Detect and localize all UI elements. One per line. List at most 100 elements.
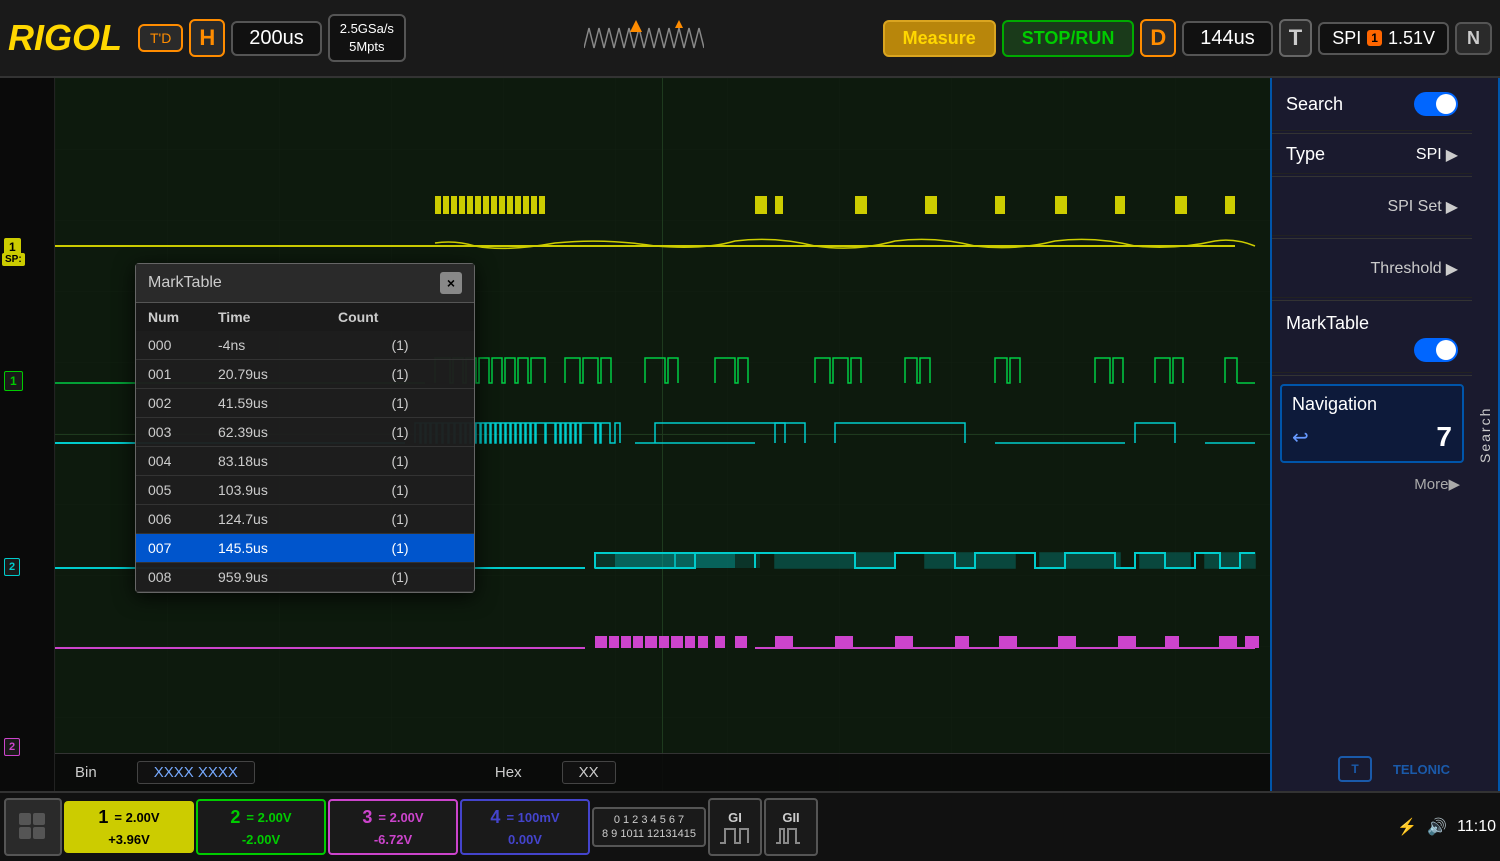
cell-time: 20.79us: [206, 360, 326, 389]
l-display[interactable]: 0 1 2 3 4 5 6 7 8 9 1011 12131415: [592, 807, 706, 848]
marktable-scroll[interactable]: Num Time Count 000 -4ns (1) 001 20.79us …: [136, 303, 474, 592]
marktable-body: 000 -4ns (1) 001 20.79us (1) 002 41.59us…: [136, 331, 474, 592]
h-label: H: [189, 19, 225, 57]
right-panel: Search Type SPI ▶ SPI Set: [1270, 78, 1500, 791]
h-value[interactable]: 200us: [231, 21, 322, 56]
d2-indicator[interactable]: 2: [4, 558, 20, 576]
marktable-table: Num Time Count 000 -4ns (1) 001 20.79us …: [136, 303, 474, 592]
marktable-row[interactable]: 003 62.39us (1): [136, 418, 474, 447]
ch2-offset: -2.00V: [212, 831, 310, 849]
spi-set-row[interactable]: SPI Set ▶: [1272, 179, 1472, 236]
l-line1: 0 1 2 3 4 5 6 7: [602, 813, 696, 827]
search-tab[interactable]: Search: [1472, 78, 1500, 791]
l-line2: 8 9 1011 12131415: [602, 827, 696, 841]
cell-time: 145.5us: [206, 534, 326, 563]
gi-display[interactable]: GI: [708, 798, 762, 856]
marktable-header: MarkTable ×: [136, 264, 474, 303]
volume-icon: 🔊: [1427, 817, 1447, 837]
bottom-bar: 1 = 2.00V +3.96V 2 = 2.00V -2.00V 3 = 2.…: [0, 791, 1500, 861]
search-toggle[interactable]: [1414, 92, 1458, 116]
cell-count: (1): [326, 447, 474, 476]
cell-num: 001: [136, 360, 206, 389]
marktable-row[interactable]: 005 103.9us (1): [136, 476, 474, 505]
spi-set-arrow: ▶: [1446, 197, 1458, 217]
ch2-number: 2: [230, 805, 240, 830]
cell-count: (1): [326, 505, 474, 534]
cell-num: 003: [136, 418, 206, 447]
search-row: Search: [1272, 78, 1472, 131]
navigation-icon[interactable]: ↩: [1292, 425, 1309, 450]
ch4-volt: = 100mV: [506, 809, 559, 827]
usb-icon: ⚡: [1397, 817, 1417, 837]
t-label: T: [1279, 19, 1312, 57]
navigation-section: Navigation ↩ 7: [1280, 384, 1464, 463]
marktable-row[interactable]: 007 145.5us (1): [136, 534, 474, 563]
marktable-row[interactable]: 008 959.9us (1): [136, 563, 474, 592]
right-inner: Search Type SPI ▶ SPI Set: [1272, 78, 1472, 791]
ch4-display[interactable]: 4 = 100mV 0.00V: [460, 799, 590, 854]
time-display: ⚡ 🔊 11:10: [1397, 817, 1496, 837]
grid-icon: [18, 812, 48, 842]
search-panel-outer: Search Type SPI ▶ SPI Set: [1272, 78, 1500, 791]
type-arrow: ▶: [1446, 145, 1458, 165]
hex-label: Hex: [495, 764, 522, 781]
threshold-label: Threshold: [1371, 260, 1442, 278]
cell-time: 62.39us: [206, 418, 326, 447]
ch1-spi-label: SP:: [2, 253, 25, 266]
stoprun-button[interactable]: STOP/RUN: [1002, 20, 1135, 57]
grid-icon-button[interactable]: [4, 798, 62, 856]
cell-num: 006: [136, 505, 206, 534]
trigger-wave: [412, 18, 877, 58]
cell-num: 008: [136, 563, 206, 592]
d-value[interactable]: 144us: [1182, 21, 1273, 56]
ch1-badge: 1: [1367, 30, 1382, 46]
cell-num: 004: [136, 447, 206, 476]
d-label: D: [1140, 19, 1176, 57]
threshold-row[interactable]: Threshold ▶: [1272, 241, 1472, 298]
ch3-display[interactable]: 3 = 2.00V -6.72V: [328, 799, 458, 854]
col-time: Time: [206, 303, 326, 331]
marktable-row[interactable]: 001 20.79us (1): [136, 360, 474, 389]
measure-button[interactable]: Measure: [883, 20, 996, 57]
marktable-toggle[interactable]: [1414, 338, 1458, 362]
telonic-label: TELONIC: [1381, 758, 1462, 781]
marktable-row[interactable]: 006 124.7us (1): [136, 505, 474, 534]
cell-count: (1): [326, 563, 474, 592]
cell-count: (1): [326, 534, 474, 563]
marktable-row[interactable]: 002 41.59us (1): [136, 389, 474, 418]
marktable-row[interactable]: 004 83.18us (1): [136, 447, 474, 476]
gi-wave-icon: [720, 825, 750, 845]
more-button[interactable]: More▶: [1272, 469, 1472, 499]
ch1-display[interactable]: 1 = 2.00V +3.96V: [64, 801, 194, 852]
main-area: 1 SP: 1 2 2: [0, 78, 1500, 791]
marktable-panel: MarkTable × Num Time Count 000 -4ns (1): [135, 263, 475, 593]
bin-value: XXXX XXXX: [137, 761, 255, 784]
td-button[interactable]: T'D: [138, 24, 183, 52]
marktable-close-button[interactable]: ×: [440, 272, 462, 294]
n-button[interactable]: N: [1455, 22, 1492, 55]
type-row[interactable]: Type SPI ▶: [1272, 136, 1472, 174]
ch4-offset: 0.00V: [476, 831, 574, 849]
cell-count: (1): [326, 418, 474, 447]
bin-label: Bin: [75, 764, 97, 781]
telonic-icon: T: [1337, 755, 1373, 783]
ch2-display[interactable]: 2 = 2.00V -2.00V: [196, 799, 326, 854]
ch2-indicator[interactable]: 1: [4, 371, 23, 391]
navigation-number: 7: [1436, 421, 1452, 453]
marktable-row[interactable]: 000 -4ns (1): [136, 331, 474, 360]
ch1-offset: +3.96V: [78, 831, 180, 849]
bin-hex-bar: Bin XXXX XXXX Hex XX: [55, 753, 1270, 791]
scope-display: MarkTable × Num Time Count 000 -4ns (1): [55, 78, 1270, 791]
navigation-label: Navigation: [1292, 394, 1452, 415]
cell-num: 005: [136, 476, 206, 505]
gii-display[interactable]: GII: [764, 798, 818, 856]
cell-time: 83.18us: [206, 447, 326, 476]
d2b-indicator[interactable]: 2: [4, 738, 20, 756]
gii-label: GII: [782, 810, 799, 825]
top-toolbar: RIGOL T'D H 200us 2.5GSa/s 5Mpts Measure…: [0, 0, 1500, 78]
cell-num: 000: [136, 331, 206, 360]
spi-set-label: SPI Set: [1387, 198, 1441, 216]
cell-time: 124.7us: [206, 505, 326, 534]
ch1-volt: = 2.00V: [114, 809, 159, 827]
cell-num: 007: [136, 534, 206, 563]
